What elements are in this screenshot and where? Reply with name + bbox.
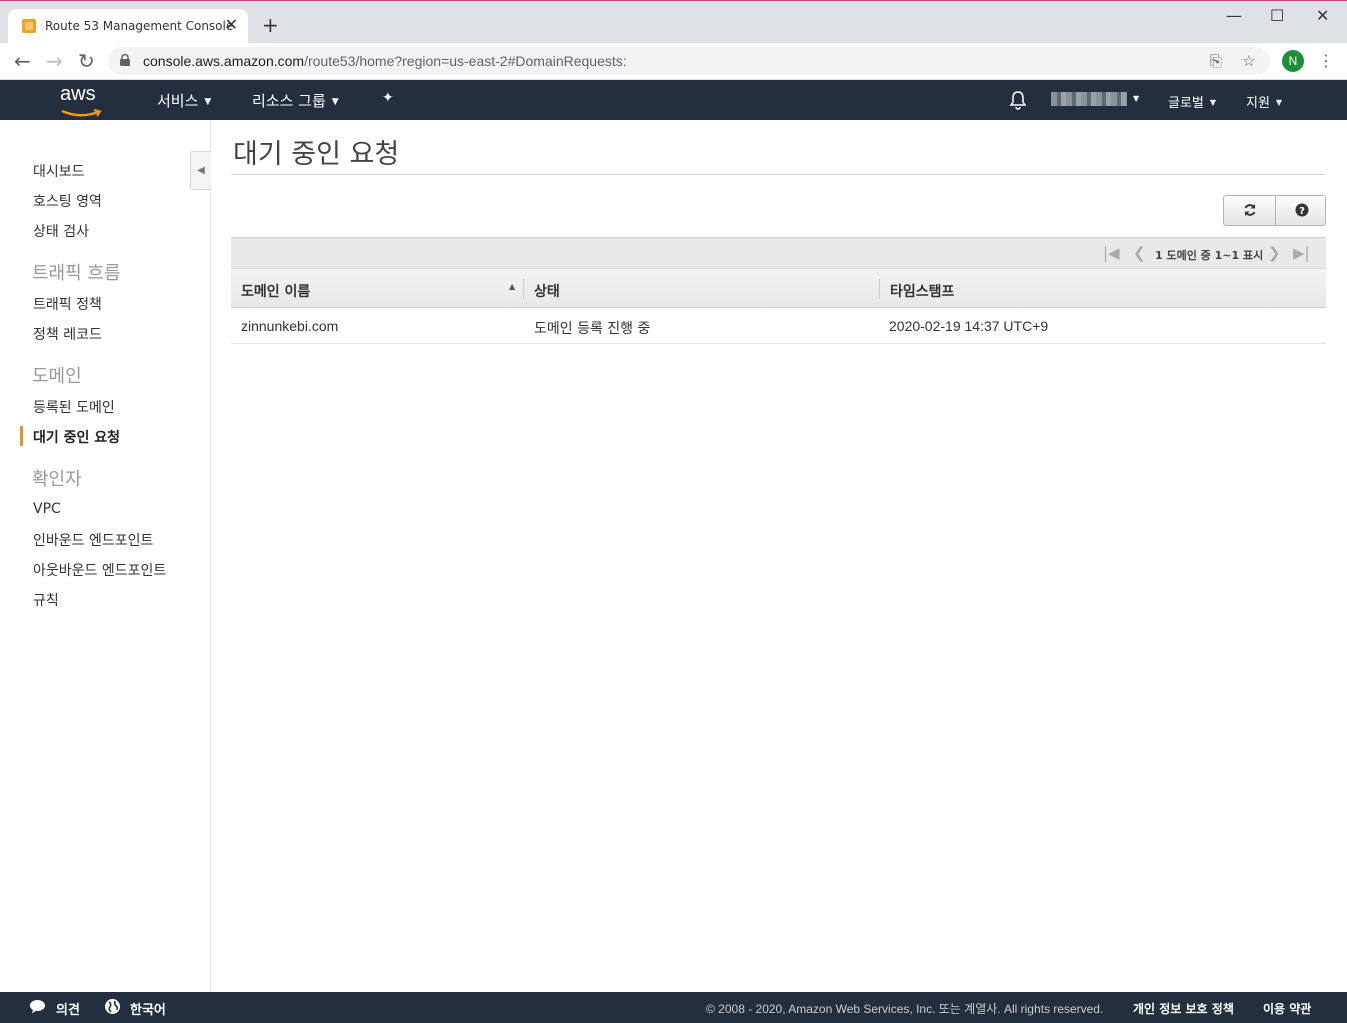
- aws-top-nav: aws 서비스 ▼ 리소스 그룹 ▼ ✦ ▼ 글로벌 ▼ 지원 ▼: [0, 80, 1347, 120]
- sidebar-item-dashboard[interactable]: 대시보드: [33, 161, 85, 181]
- pagination-text: 1 도메인 중 1~1 표시: [1155, 249, 1264, 262]
- pin-icon[interactable]: ✦: [382, 90, 394, 106]
- globe-icon: [105, 999, 120, 1014]
- chevron-down-icon: ▼: [1275, 98, 1283, 107]
- copyright-text: © 2008 - 2020, Amazon Web Services, Inc.…: [706, 1002, 1104, 1016]
- feedback-icon: [30, 1000, 45, 1014]
- sidebar-item-health-checks[interactable]: 상태 검사: [33, 221, 89, 241]
- resource-groups-label: 리소스 그룹: [252, 92, 326, 110]
- collapse-sidebar-button[interactable]: ◀: [190, 151, 211, 190]
- services-menu[interactable]: 서비스 ▼: [157, 90, 211, 111]
- resource-groups-menu[interactable]: 리소스 그룹 ▼: [252, 90, 339, 111]
- privacy-policy-link[interactable]: 개인 정보 보호 정책: [1133, 1000, 1234, 1017]
- browser-menu-icon[interactable]: ⋮: [1318, 51, 1334, 70]
- sort-ascending-icon[interactable]: ▲: [509, 282, 515, 291]
- toolbar-button-group: ?: [1223, 195, 1326, 226]
- cell-status: 도메인 등록 진행 중: [534, 321, 651, 337]
- url-text: console.aws.amazon.com/route53/home?regi…: [143, 53, 627, 69]
- sidebar-section-resolver: 확인자: [32, 469, 82, 490]
- browser-tab[interactable]: Route 53 Management Console ✕: [8, 9, 248, 44]
- cell-domain-name: zinnunkebi.com: [241, 318, 339, 334]
- lock-icon: [120, 54, 130, 66]
- support-label: 지원: [1246, 96, 1270, 111]
- chevron-down-icon: ▼: [204, 97, 212, 107]
- chevron-down-icon[interactable]: ▼: [1133, 94, 1139, 103]
- reload-icon[interactable]: ↻: [78, 49, 95, 73]
- aws-logo[interactable]: aws: [60, 83, 106, 117]
- browser-tab-strip: Route 53 Management Console ✕ + — ☐ ✕: [0, 0, 1347, 44]
- tab-title: Route 53 Management Console: [45, 19, 234, 33]
- pagination-bar: |◀ ❮ 1 도메인 중 1~1 표시 ❯ ▶|: [231, 237, 1326, 268]
- svg-text:?: ?: [1299, 206, 1305, 217]
- forward-arrow-icon[interactable]: →: [46, 49, 63, 73]
- title-divider: [231, 174, 1326, 175]
- sidebar-item-policy-records[interactable]: 정책 레코드: [33, 324, 102, 344]
- address-bar[interactable]: console.aws.amazon.com/route53/home?regi…: [108, 47, 1270, 75]
- refresh-button[interactable]: [1224, 196, 1275, 225]
- language-selector[interactable]: 한국어: [130, 999, 166, 1018]
- sidebar-item-hosted-zones[interactable]: 호스팅 영역: [33, 191, 102, 211]
- region-label: 글로벌: [1168, 96, 1204, 111]
- tab-close-icon[interactable]: ✕: [225, 15, 238, 34]
- chevron-down-icon: ▼: [1209, 98, 1217, 107]
- last-page-icon[interactable]: ▶|: [1293, 244, 1310, 262]
- column-header-domain-name[interactable]: 도메인 이름: [241, 281, 310, 301]
- next-page-icon[interactable]: ❯: [1268, 244, 1281, 262]
- footer: 의견 한국어 © 2008 - 2020, Amazon Web Service…: [0, 992, 1347, 1023]
- sidebar-item-rules[interactable]: 규칙: [33, 590, 59, 610]
- window-close-button[interactable]: ✕: [1316, 6, 1329, 25]
- minimize-button[interactable]: —: [1226, 6, 1242, 25]
- sidebar-item-vpc[interactable]: VPC: [33, 501, 61, 517]
- column-header-status[interactable]: 상태: [534, 281, 560, 301]
- back-arrow-icon[interactable]: ←: [14, 49, 31, 73]
- sidebar-section-domains: 도메인: [32, 366, 82, 387]
- bookmark-star-icon[interactable]: ☆: [1242, 52, 1255, 70]
- sidebar-section-traffic-flow: 트래픽 흐름: [32, 263, 121, 284]
- services-label: 서비스: [157, 92, 199, 110]
- active-indicator: [20, 426, 23, 446]
- sidebar-item-inbound-endpoints[interactable]: 인바운드 엔드포인트: [33, 530, 153, 550]
- column-divider: [879, 279, 880, 299]
- cell-timestamp: 2020-02-19 14:37 UTC+9: [889, 318, 1049, 334]
- sidebar-item-traffic-policies[interactable]: 트래픽 정책: [33, 294, 102, 314]
- translate-icon[interactable]: ⎘: [1210, 52, 1222, 70]
- help-button[interactable]: ?: [1276, 196, 1327, 225]
- account-menu[interactable]: [1051, 92, 1127, 106]
- help-icon: ?: [1295, 203, 1308, 217]
- sidebar: ◀ 대시보드 호스팅 영역 상태 검사 트래픽 흐름 트래픽 정책 정책 레코드…: [0, 120, 211, 992]
- sidebar-item-pending-requests[interactable]: 대기 중인 요청: [33, 427, 120, 447]
- first-page-icon[interactable]: |◀: [1103, 244, 1120, 262]
- region-menu[interactable]: 글로벌 ▼: [1168, 92, 1216, 111]
- new-tab-button[interactable]: +: [262, 13, 279, 37]
- browser-toolbar: ← → ↻ console.aws.amazon.com/route53/hom…: [0, 43, 1347, 80]
- url-host: console.aws.amazon.com: [143, 53, 305, 69]
- maximize-button[interactable]: ☐: [1270, 6, 1284, 25]
- refresh-icon: [1244, 204, 1255, 216]
- aws-smile-icon: [61, 109, 102, 117]
- previous-page-icon[interactable]: ❮: [1133, 244, 1146, 262]
- profile-avatar[interactable]: N: [1282, 50, 1304, 72]
- url-path: /route53/home?region=us-east-2#DomainReq…: [304, 53, 627, 69]
- bell-icon[interactable]: [1009, 90, 1027, 110]
- feedback-link[interactable]: 의견: [56, 999, 80, 1018]
- column-divider: [523, 279, 524, 299]
- pending-requests-table: |◀ ❮ 1 도메인 중 1~1 표시 ❯ ▶| 도메인 이름 ▲ 상태 타임스…: [231, 237, 1326, 344]
- aws-favicon-icon: [22, 19, 36, 33]
- support-menu[interactable]: 지원 ▼: [1246, 92, 1282, 111]
- table-row[interactable]: zinnunkebi.com 도메인 등록 진행 중 2020-02-19 14…: [231, 308, 1326, 344]
- terms-of-use-link[interactable]: 이용 약관: [1263, 1000, 1311, 1017]
- page-title: 대기 중인 요청: [233, 139, 400, 170]
- sidebar-item-outbound-endpoints[interactable]: 아웃바운드 엔드포인트: [33, 560, 166, 580]
- table-header: 도메인 이름 ▲ 상태 타임스탬프: [231, 268, 1326, 308]
- column-header-timestamp[interactable]: 타임스탬프: [890, 281, 954, 301]
- chevron-down-icon: ▼: [331, 97, 339, 107]
- sidebar-item-registered-domains[interactable]: 등록된 도메인: [33, 397, 115, 417]
- aws-logo-text: aws: [60, 83, 96, 105]
